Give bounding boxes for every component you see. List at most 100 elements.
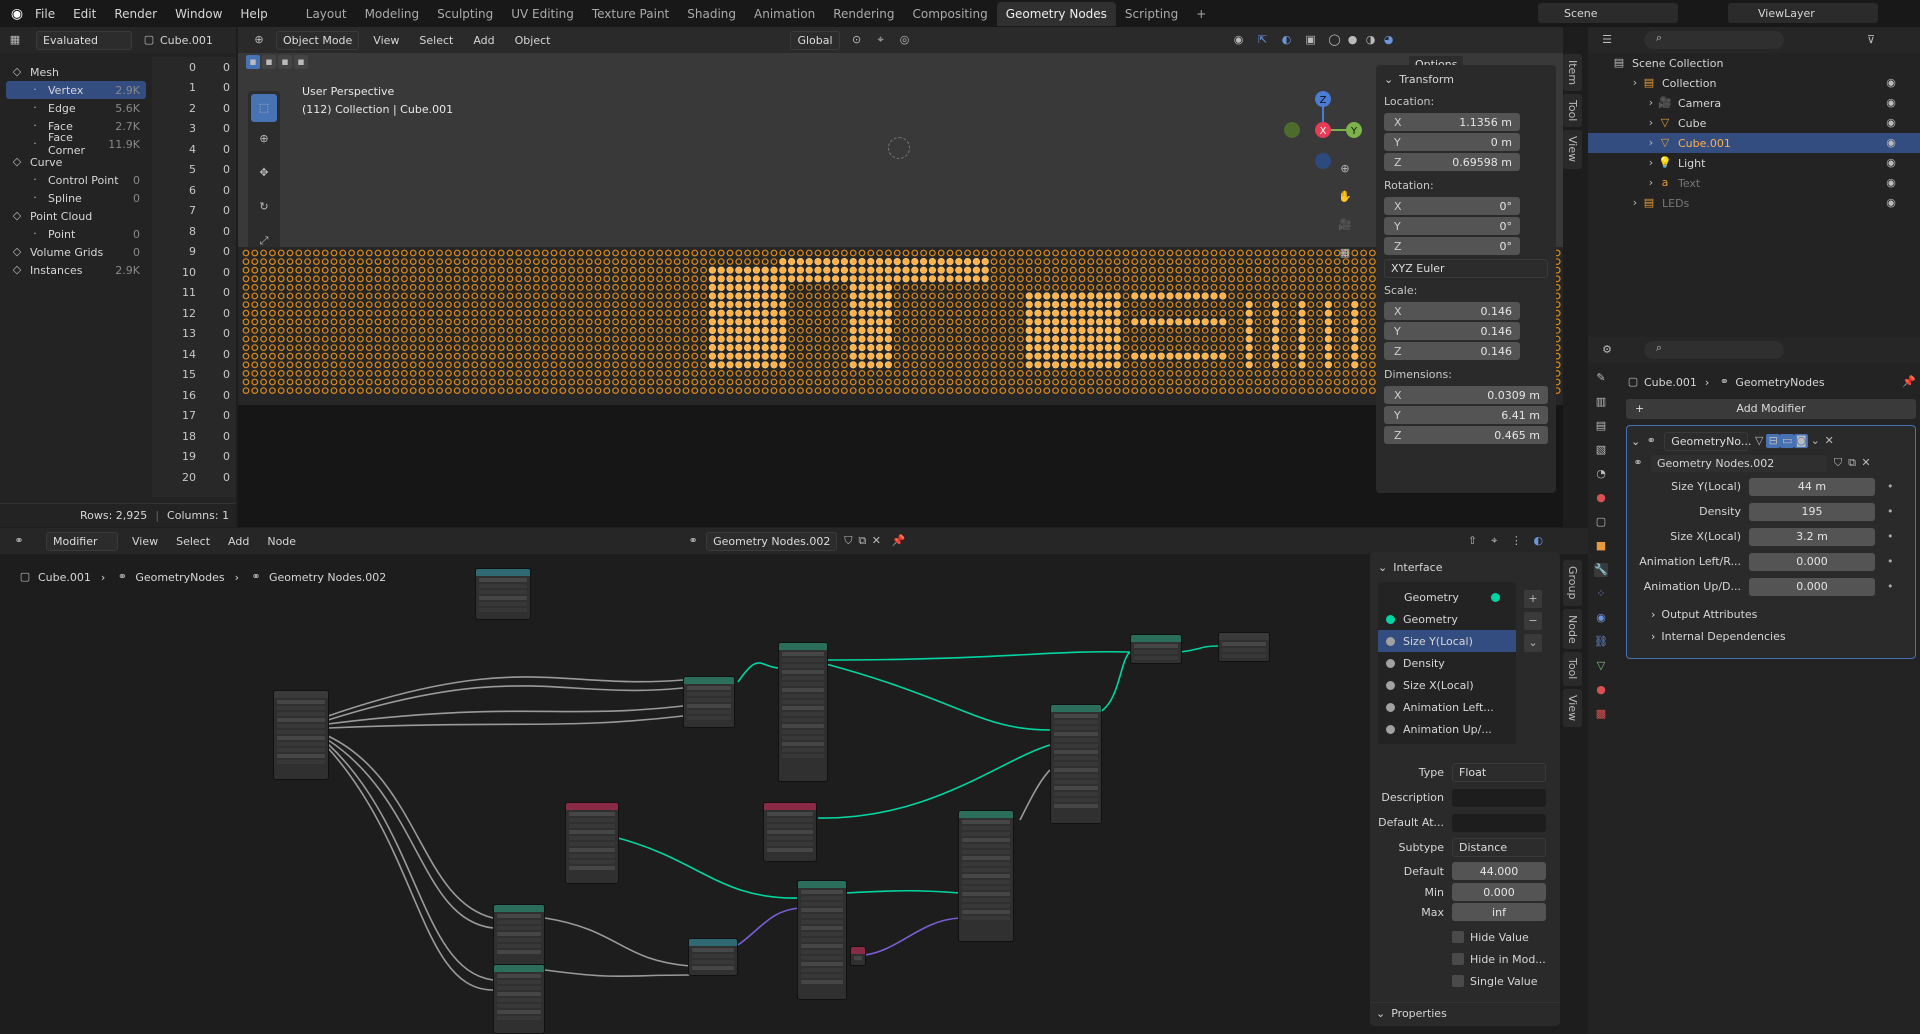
domain-point[interactable]: · Point 0 xyxy=(6,225,146,243)
add-modifier-button[interactable]: + Add Modifier xyxy=(1626,399,1916,419)
interface-socket-item[interactable]: Geometry xyxy=(1378,608,1516,630)
physics-tab-icon[interactable]: ◉ xyxy=(1594,611,1608,625)
socket-menu-icon[interactable]: ⌄ xyxy=(1524,634,1542,652)
scene-collection-row[interactable]: ▤ Scene Collection xyxy=(1588,53,1920,73)
outliner-item-text[interactable]: › a Text ◉ xyxy=(1588,173,1920,193)
led-mesh-object[interactable] xyxy=(238,247,1563,405)
particles-tab-icon[interactable]: ⁘ xyxy=(1594,587,1608,601)
snap-icon[interactable]: ⌖ xyxy=(1487,534,1501,548)
ortho-grid-icon[interactable]: ▦ xyxy=(1335,243,1355,263)
view-layer-tab-icon[interactable]: ▧ xyxy=(1594,443,1608,457)
overlay-toggle-icon[interactable]: ◐ xyxy=(1280,33,1294,47)
constraints-tab-icon[interactable]: ⛓ xyxy=(1594,635,1608,649)
node-menu-node[interactable]: Node xyxy=(267,535,296,548)
domain-curve[interactable]: ◇ Curve xyxy=(6,153,146,171)
overlay-toggle-icon[interactable]: ◐ xyxy=(1531,534,1545,548)
domain-vertex[interactable]: · Vertex 2.9K xyxy=(6,81,146,99)
navigation-gizmo[interactable]: Z Y X xyxy=(1268,83,1378,203)
properties-subpanel[interactable]: ⌄ Properties xyxy=(1370,1002,1560,1024)
pin-icon[interactable]: 📌 xyxy=(1902,375,1916,389)
domain-edge[interactable]: · Edge 5.6K xyxy=(6,99,146,117)
tool-tab-icon[interactable]: ✎ xyxy=(1594,371,1608,385)
node-group-selector[interactable]: Geometry Nodes.002 xyxy=(706,531,838,551)
dimensions-y-field[interactable]: Y 6.41 m xyxy=(1384,406,1548,424)
interface-socket-item[interactable]: Animation Left... xyxy=(1378,696,1516,718)
interface-socket-item[interactable]: Size X(Local) xyxy=(1378,674,1516,696)
max-value-field[interactable]: inf xyxy=(1452,903,1546,921)
domain-control-point[interactable]: · Control Point 0 xyxy=(6,171,146,189)
fake-user-icon[interactable]: ⛉ xyxy=(841,534,855,548)
render-tab-icon[interactable]: ▥ xyxy=(1594,395,1608,409)
domain-mesh[interactable]: ◇ Mesh xyxy=(6,63,146,81)
default-attribute-input[interactable] xyxy=(1452,813,1546,832)
hide-in-modifier-checkbox[interactable]: Hide in Mod... xyxy=(1370,948,1560,970)
evaluation-mode-dropdown[interactable]: Evaluated xyxy=(36,30,132,50)
scene-selector[interactable]: Scene xyxy=(1538,3,1678,23)
solid-shading-icon[interactable]: ● xyxy=(1346,33,1360,47)
properties-search-input[interactable]: ⌕ xyxy=(1644,341,1784,359)
material-tab-icon[interactable]: ● xyxy=(1594,683,1608,697)
dimensions-x-field[interactable]: X 0.0309 m xyxy=(1384,386,1548,404)
domain-spline[interactable]: · Spline 0 xyxy=(6,189,146,207)
proportional-edit-icon[interactable]: ◎ xyxy=(898,33,912,47)
output-tab-icon[interactable]: ▤ xyxy=(1594,419,1608,433)
gizmo-toggle-icon[interactable]: ⇱ xyxy=(1256,33,1270,47)
scale-y-field[interactable]: Y 0.146 xyxy=(1384,322,1520,340)
add-socket-icon[interactable]: + xyxy=(1524,590,1542,608)
graph-node[interactable] xyxy=(1218,632,1270,662)
edit-mode-icon[interactable]: ▽ xyxy=(1752,434,1766,448)
wireframe-shading-icon[interactable]: ◯ xyxy=(1328,33,1342,47)
zoom-icon[interactable]: ⊕ xyxy=(1335,159,1355,179)
tab-shading[interactable]: Shading xyxy=(678,2,745,26)
modifier-collapse-icon[interactable]: ⌄ xyxy=(1631,435,1640,448)
expand-icon[interactable]: › xyxy=(1628,76,1642,90)
side-tab-view[interactable]: View xyxy=(1563,130,1582,169)
expand-icon[interactable]: › xyxy=(1644,96,1658,110)
tab-modeling[interactable]: Modeling xyxy=(356,2,429,26)
modifier-input-field[interactable]: 44 m xyxy=(1749,477,1875,496)
visibility-icon[interactable]: ◉ xyxy=(1884,156,1898,170)
properties-editor-icon[interactable]: ⚙ xyxy=(1600,343,1614,357)
side-tab-tool[interactable]: Tool xyxy=(1563,94,1582,128)
expand-icon[interactable]: › xyxy=(1644,136,1658,150)
rotation-x-field[interactable]: X 0° xyxy=(1384,197,1520,215)
dropdown-icon[interactable]: ⌄ xyxy=(1808,434,1822,448)
transform-collapse-icon[interactable]: ⌄ xyxy=(1384,73,1393,86)
graph-node[interactable] xyxy=(1130,634,1182,664)
transform-orientation-dropdown[interactable]: Global xyxy=(790,30,840,50)
rendered-shading-icon[interactable]: ◕ xyxy=(1382,33,1396,47)
tab-uv-editing[interactable]: UV Editing xyxy=(502,2,583,26)
pivot-icon[interactable]: ⊙ xyxy=(850,33,864,47)
unlink-icon[interactable]: ✕ xyxy=(869,534,883,548)
fake-user-icon[interactable]: ⛉ xyxy=(1831,456,1845,470)
domain-face-corner[interactable]: · Face Corner 11.9K xyxy=(6,131,146,157)
menu-window[interactable]: Window xyxy=(166,7,231,21)
visibility-icon[interactable]: ◉ xyxy=(1884,76,1898,90)
scale-x-field[interactable]: X 0.146 xyxy=(1384,302,1520,320)
viewport-3d[interactable]: ⊕ Object Mode View Select Add Object Glo… xyxy=(238,27,1563,527)
internal-dependencies-subpanel[interactable]: › Internal Dependencies xyxy=(1631,625,1911,647)
xray-icon[interactable]: ▣ xyxy=(1304,33,1318,47)
unlink-icon[interactable]: ✕ xyxy=(1859,456,1873,470)
graph-node[interactable] xyxy=(683,676,735,728)
blender-logo-icon[interactable]: ◉ xyxy=(8,7,26,21)
camera-view-icon[interactable]: 🎥 xyxy=(1335,215,1355,235)
tab-scripting[interactable]: Scripting xyxy=(1116,2,1187,26)
expand-icon[interactable]: › xyxy=(1644,176,1658,190)
dimensions-z-field[interactable]: Z 0.465 m xyxy=(1384,426,1548,444)
side-tab-item[interactable]: Item xyxy=(1563,54,1582,92)
hide-value-checkbox[interactable]: Hide Value xyxy=(1370,926,1560,948)
select-invert-icon[interactable]: ▪ xyxy=(294,55,308,69)
node-menu-select[interactable]: Select xyxy=(176,535,210,548)
modifier-input-field[interactable]: 195 xyxy=(1749,502,1875,521)
menu-edit[interactable]: Edit xyxy=(64,7,105,21)
location-x-field[interactable]: X 1.1356 m xyxy=(1384,113,1520,131)
graph-node[interactable] xyxy=(493,964,545,1034)
world-tab-icon[interactable]: ● xyxy=(1594,491,1608,505)
select-subtract-icon[interactable]: ▪ xyxy=(278,55,292,69)
outliner-item-camera[interactable]: › 🎥 Camera ◉ xyxy=(1588,93,1920,113)
on-cage-icon[interactable]: ⊟ xyxy=(1766,434,1781,448)
visibility-icon[interactable]: ◉ xyxy=(1884,196,1898,210)
domain-point-cloud[interactable]: ◇ Point Cloud xyxy=(6,207,146,225)
expand-icon[interactable]: › xyxy=(1628,196,1642,210)
